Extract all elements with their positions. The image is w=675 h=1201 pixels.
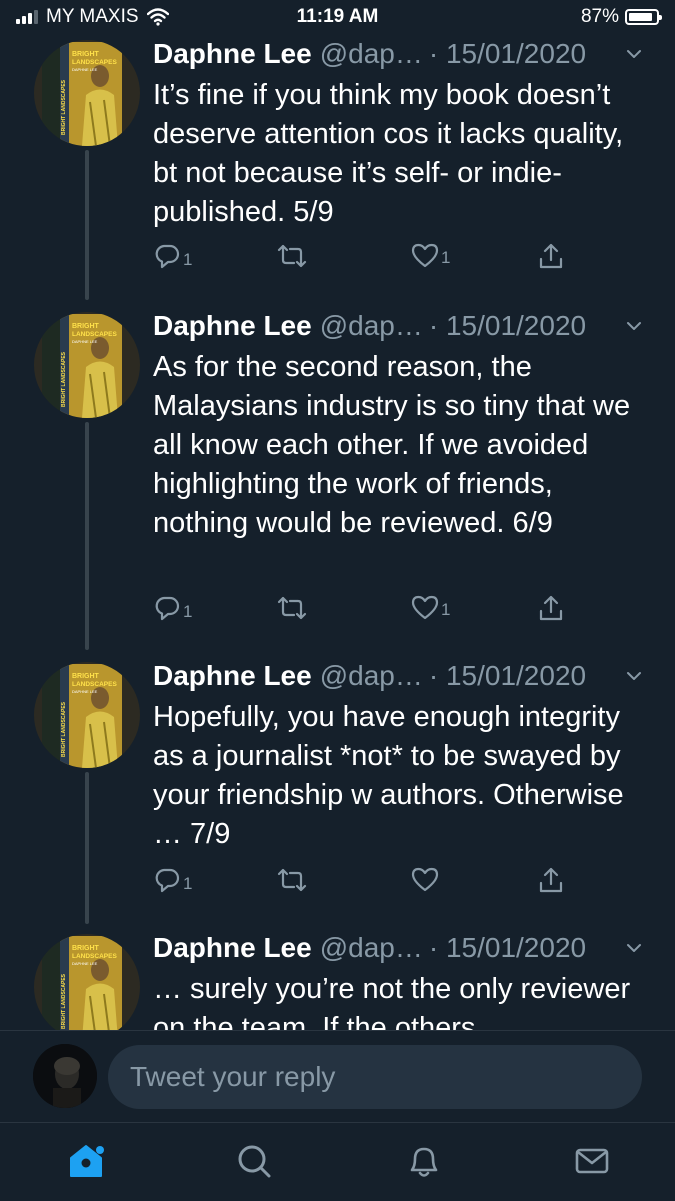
thread-connector-line: [85, 772, 89, 924]
author-name[interactable]: Daphne Lee: [153, 932, 312, 964]
svg-text:LANDSCAPES: LANDSCAPES: [72, 59, 117, 66]
status-right: 87%: [580, 6, 662, 28]
author-handle[interactable]: @dap…: [320, 38, 423, 70]
author-handle[interactable]: @dap…: [320, 660, 423, 692]
author-handle[interactable]: @dap…: [320, 932, 423, 964]
retweet-icon: [277, 244, 307, 268]
retweet-button[interactable]: [277, 866, 307, 894]
retweet-icon: [277, 596, 307, 620]
clock: 11:19 AM: [296, 6, 379, 27]
thread-connector-line: [85, 422, 89, 650]
retweet-button[interactable]: [277, 594, 307, 622]
tweet-date: · 15/01/2020: [428, 38, 587, 69]
avatar[interactable]: BRIGHT LANDSCAPES DAPHNE LEE BRIGHT LANDSCA…: [34, 934, 140, 1030]
notifications-icon[interactable]: [404, 1141, 444, 1181]
action-count: 1: [183, 874, 193, 893]
svg-text:DAPHNE LEE: DAPHNE LEE: [72, 67, 98, 72]
messages-icon[interactable]: [572, 1141, 612, 1181]
reply-icon: [155, 868, 180, 893]
author-name[interactable]: Daphne Lee: [153, 38, 312, 70]
author-handle[interactable]: @dap…: [320, 310, 423, 342]
tweet-text: Hopefully, you have enough integrity as …: [153, 701, 624, 850]
tweet-item[interactable]: BRIGHT LANDSCAPES DAPHNE LEE BRIGHT LANDSCA…: [0, 308, 675, 660]
action-count: 1: [183, 602, 193, 621]
svg-text:BRIGHT LANDSCAPES: BRIGHT LANDSCAPES: [61, 701, 67, 757]
tweet-date: · 15/01/2020: [428, 932, 587, 963]
tweet-item[interactable]: BRIGHT LANDSCAPES DAPHNE LEE BRIGHT LANDSCA…: [0, 658, 675, 930]
svg-text:BRIGHT: BRIGHT: [72, 945, 100, 952]
like-button[interactable]: [411, 866, 439, 892]
battery-icon: [625, 9, 662, 25]
action-count: 1: [183, 250, 193, 269]
share-icon: [539, 595, 563, 621]
tweet-date: · 15/01/2020: [428, 310, 587, 341]
reply-icon: [155, 244, 180, 269]
tweet-actions: 11: [153, 594, 583, 628]
tweet-item[interactable]: BRIGHT LANDSCAPES DAPHNE LEE BRIGHT LANDSCA…: [0, 36, 675, 306]
tweet-actions: 11: [153, 242, 583, 276]
avatar[interactable]: BRIGHT LANDSCAPES DAPHNE LEE BRIGHT LANDSCA…: [34, 312, 140, 418]
svg-text:BRIGHT: BRIGHT: [72, 51, 100, 58]
tweet-header: Daphne Lee @dap… · 15/01/2020: [153, 36, 586, 72]
svg-text:DAPHNE LEE: DAPHNE LEE: [72, 689, 98, 694]
share-icon: [539, 243, 563, 269]
tweet-item[interactable]: BRIGHT LANDSCAPES DAPHNE LEE BRIGHT LANDSCA…: [0, 930, 675, 1030]
author-name[interactable]: Daphne Lee: [153, 660, 312, 692]
chevron-down-icon[interactable]: [624, 44, 644, 64]
svg-text:BRIGHT: BRIGHT: [72, 673, 100, 680]
tweet-header: Daphne Lee @dap… · 15/01/2020: [153, 308, 586, 344]
author-name[interactable]: Daphne Lee: [153, 310, 312, 342]
tweet-text: As for the second reason, the Malaysians…: [153, 351, 631, 539]
share-button[interactable]: [537, 866, 565, 894]
tweet-text: … surely you’re not the only reviewer on…: [153, 973, 631, 1030]
retweet-icon: [277, 868, 307, 892]
svg-text:LANDSCAPES: LANDSCAPES: [72, 331, 117, 338]
share-button[interactable]: [537, 242, 565, 270]
chevron-down-icon[interactable]: [624, 316, 644, 336]
thread-connector-line: [85, 150, 89, 300]
like-icon: [411, 867, 439, 892]
avatar[interactable]: BRIGHT LANDSCAPES DAPHNE LEE BRIGHT LANDSCA…: [34, 40, 140, 146]
reply-button[interactable]: 1: [153, 242, 192, 270]
action-count: 1: [441, 248, 451, 267]
reply-button[interactable]: 1: [153, 594, 192, 622]
tweet-date: · 15/01/2020: [428, 660, 587, 691]
svg-text:BRIGHT LANDSCAPES: BRIGHT LANDSCAPES: [61, 351, 67, 407]
svg-text:LANDSCAPES: LANDSCAPES: [72, 953, 117, 960]
status-bar: MY MAXIS 11:19 AM 87%: [0, 0, 675, 36]
reply-composer: Tweet your reply: [0, 1030, 675, 1123]
svg-text:BRIGHT: BRIGHT: [72, 323, 100, 330]
reply-icon: [155, 596, 180, 621]
tweet-text: It’s fine if you think my book doesn’t d…: [153, 79, 624, 228]
home-icon[interactable]: [66, 1141, 106, 1181]
like-icon: [411, 595, 439, 620]
svg-text:DAPHNE LEE: DAPHNE LEE: [72, 339, 98, 344]
svg-text:LANDSCAPES: LANDSCAPES: [72, 681, 117, 688]
like-button[interactable]: 1: [411, 594, 450, 620]
tweet-actions: 1: [153, 866, 583, 900]
svg-text:BRIGHT LANDSCAPES: BRIGHT LANDSCAPES: [61, 973, 67, 1029]
reply-input[interactable]: Tweet your reply: [108, 1045, 642, 1109]
like-icon: [411, 243, 439, 268]
share-button[interactable]: [537, 594, 565, 622]
retweet-button[interactable]: [277, 242, 307, 270]
svg-text:BRIGHT LANDSCAPES: BRIGHT LANDSCAPES: [61, 79, 67, 135]
avatar[interactable]: BRIGHT LANDSCAPES DAPHNE LEE BRIGHT LANDSCA…: [34, 662, 140, 768]
bottom-tab-bar: [0, 1122, 675, 1201]
reply-button[interactable]: 1: [153, 866, 192, 894]
battery-percent: 87%: [580, 6, 619, 27]
like-button[interactable]: 1: [411, 242, 450, 268]
chevron-down-icon[interactable]: [624, 666, 644, 686]
search-icon[interactable]: [234, 1141, 274, 1181]
chevron-down-icon[interactable]: [624, 938, 644, 958]
action-count: 1: [441, 600, 451, 619]
my-avatar[interactable]: [33, 1044, 97, 1108]
share-icon: [539, 867, 563, 893]
tweet-header: Daphne Lee @dap… · 15/01/2020: [153, 658, 586, 694]
svg-text:DAPHNE LEE: DAPHNE LEE: [72, 961, 98, 966]
tweet-header: Daphne Lee @dap… · 15/01/2020: [153, 930, 586, 966]
tweet-thread[interactable]: BRIGHT LANDSCAPES DAPHNE LEE BRIGHT LANDSCA…: [0, 36, 675, 1030]
profile-photo: [33, 1044, 97, 1108]
